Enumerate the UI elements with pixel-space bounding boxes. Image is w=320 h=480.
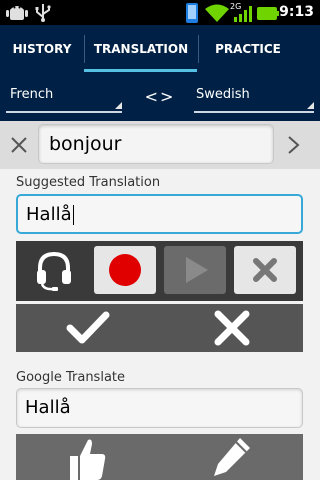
text-cursor xyxy=(72,205,74,225)
headset-icon xyxy=(37,251,71,291)
headset-button[interactable] xyxy=(23,246,85,294)
phone-icon xyxy=(186,3,198,23)
accept-button[interactable] xyxy=(16,304,159,352)
target-language-underline xyxy=(194,111,314,113)
cross-icon xyxy=(214,310,249,346)
suggested-translation-value: Hallå xyxy=(26,204,72,225)
source-dropdown-icon xyxy=(115,102,122,109)
delete-recording-button[interactable] xyxy=(234,246,296,294)
signal-icon xyxy=(234,6,252,22)
source-language-spinner[interactable]: French xyxy=(10,87,53,102)
source-language-underline xyxy=(6,111,122,113)
checkmark-icon xyxy=(66,311,109,344)
reject-button[interactable] xyxy=(160,304,303,352)
tab-translation[interactable]: TRANSLATION xyxy=(84,25,198,73)
search-input[interactable]: bonjour xyxy=(38,124,274,164)
chevron-right-icon[interactable] xyxy=(284,132,304,158)
usb-icon xyxy=(35,4,51,22)
suggested-translation-label: Suggested Translation xyxy=(16,175,161,190)
status-bar: 2G 9:13 xyxy=(0,0,320,25)
record-button[interactable] xyxy=(94,246,156,294)
pencil-icon xyxy=(213,438,250,476)
clock: 9:13 xyxy=(279,4,314,20)
battery-icon xyxy=(257,7,279,20)
google-translation-field[interactable]: Hallå xyxy=(16,388,303,428)
wifi-icon xyxy=(205,4,229,22)
google-translate-label: Google Translate xyxy=(16,370,126,385)
close-icon[interactable] xyxy=(6,132,32,158)
swap-languages-button[interactable]: <> xyxy=(144,85,176,107)
android-debug-icon xyxy=(6,6,28,20)
target-language-spinner[interactable]: Swedish xyxy=(196,87,250,102)
edit-google-translation-button[interactable] xyxy=(160,434,303,480)
tab-history[interactable]: HISTORY xyxy=(0,25,84,73)
target-dropdown-icon xyxy=(307,102,314,109)
record-icon xyxy=(109,254,141,286)
delete-icon xyxy=(253,258,277,282)
use-google-translation-button[interactable] xyxy=(16,434,159,480)
selected-tab-indicator xyxy=(84,69,197,72)
swap-icon: <> xyxy=(144,86,176,106)
play-icon xyxy=(186,257,208,283)
play-button[interactable] xyxy=(164,246,226,294)
tab-practice[interactable]: PRACTICE xyxy=(198,25,298,73)
thumbs-up-icon xyxy=(69,439,105,480)
suggested-translation-input[interactable]: Hallå xyxy=(16,194,303,234)
